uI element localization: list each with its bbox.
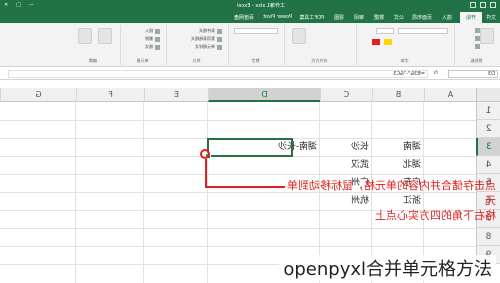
tab-formulas[interactable]: 公式 <box>394 14 404 21</box>
group-number: 数字 <box>228 25 282 65</box>
tab-file[interactable]: 文件 <box>486 14 496 21</box>
annotation-line-2: 格右下角的四方实心点上 <box>375 209 496 222</box>
toolbar-gap <box>0 80 500 88</box>
ribbon-tabs: 文件 开始 插入 页面布局 公式 数据 审阅 视图 PDF工具集 Power P… <box>0 11 500 23</box>
cut-icon[interactable] <box>475 28 480 33</box>
format-cells-button[interactable]: 格式 <box>145 44 160 50</box>
formula-input[interactable]: =B3&"-"&C3 <box>8 70 428 78</box>
annotation-line-1: 点击存储合并内容的单元格，鼠标移动到单元 <box>287 179 496 207</box>
title-bar: 工作簿1.xlsx - Excel — □ ✕ <box>0 0 500 11</box>
group-styles: 条件格式 套用表格格式 单元格样式 样式 <box>166 25 226 65</box>
function-icon[interactable]: fx <box>433 70 438 76</box>
tab-home[interactable]: 开始 <box>459 12 482 23</box>
cell-b4[interactable]: 湖北 <box>403 156 424 174</box>
group-font: 字体 <box>356 25 452 65</box>
row-header-2[interactable]: 2 <box>476 120 500 138</box>
copy-icon[interactable] <box>475 36 480 41</box>
conditional-format-button[interactable]: 条件格式 <box>199 28 222 34</box>
undo-icon[interactable] <box>480 2 486 8</box>
font-size-select[interactable] <box>376 28 394 34</box>
group-label: 剪贴板 <box>470 58 483 63</box>
group-label: 样式 <box>192 58 201 63</box>
grid-line <box>0 120 476 121</box>
window-controls: — □ ✕ <box>4 2 34 8</box>
number-format-select[interactable] <box>234 28 278 34</box>
tab-insert[interactable]: 插入 <box>442 14 452 21</box>
delete-cells-button[interactable]: 删除 <box>145 36 160 42</box>
column-header-g[interactable]: G <box>0 88 76 102</box>
cell-c4[interactable]: 武汉 <box>351 156 372 174</box>
caption-watermark: openpyxl合并单元格方法 <box>279 255 496 281</box>
column-header-f[interactable]: F <box>76 88 144 102</box>
column-header-a[interactable]: A <box>424 88 476 102</box>
cell-style-button[interactable]: 单元格样式 <box>195 44 222 50</box>
grid-line <box>0 246 476 247</box>
maximize-button[interactable]: □ <box>16 2 21 8</box>
group-label: 字体 <box>400 58 409 63</box>
tab-view[interactable]: 视图 <box>334 14 344 21</box>
group-cells: 插入 删除 格式 单元格 <box>120 25 164 65</box>
active-cell-border <box>207 138 293 157</box>
save-icon[interactable] <box>490 2 496 8</box>
redo-icon[interactable] <box>470 2 476 8</box>
column-header-c[interactable]: C <box>320 88 372 102</box>
minimize-button[interactable]: — <box>29 2 34 8</box>
table-format-button[interactable]: 套用表格格式 <box>191 36 222 42</box>
group-label: 对齐方式 <box>311 58 328 63</box>
row-header-1[interactable]: 1 <box>476 102 500 120</box>
find-select-icon[interactable] <box>78 28 92 44</box>
close-button[interactable]: ✕ <box>4 2 8 8</box>
row-header-3[interactable]: 3 <box>476 138 500 156</box>
column-header-b[interactable]: B <box>372 88 424 102</box>
column-header-d[interactable]: D <box>208 88 320 102</box>
group-label: 编辑 <box>89 58 97 63</box>
annotation-arrow-horizontal <box>205 186 285 188</box>
row-header-4[interactable]: 4 <box>476 156 500 174</box>
font-color-icon[interactable] <box>372 39 380 45</box>
paste-icon[interactable] <box>480 28 494 44</box>
insert-cells-button[interactable]: 插入 <box>145 28 160 34</box>
name-box[interactable]: D3 <box>448 70 498 78</box>
group-editing: 编辑 <box>68 25 118 65</box>
tab-page-layout[interactable]: 页面布局 <box>412 14 432 21</box>
tab-review[interactable]: 审阅 <box>354 14 364 21</box>
annotation-arrow-vertical <box>205 159 207 187</box>
select-all-corner[interactable] <box>476 88 500 102</box>
window-title: 工作簿1.xlsx - Excel <box>237 3 285 9</box>
group-clipboard: 剪贴板 <box>454 25 498 65</box>
quick-access-toolbar <box>470 2 496 8</box>
format-painter-icon[interactable] <box>475 44 480 49</box>
group-label: 单元格 <box>136 58 149 63</box>
excel-window: 工作簿1.xlsx - Excel — □ ✕ 文件 开始 插入 页面布局 公式… <box>0 0 500 283</box>
ribbon: 剪贴板 字体 对齐方式 数字 条件格式 套用表格格式 单元格样式 样式 插入 删… <box>0 23 500 67</box>
group-alignment: 对齐方式 <box>284 25 354 65</box>
annotation-text: 点击存储合并内容的单元格，鼠标移动到单元 格右下角的四方实心点上 <box>286 178 496 223</box>
column-header-e[interactable]: E <box>144 88 208 102</box>
group-label: 数字 <box>251 58 260 63</box>
tab-baidu-netdisk[interactable]: 百度网盘 <box>234 14 254 21</box>
autosum-icon[interactable] <box>98 28 112 44</box>
grid-line <box>0 228 476 229</box>
cell-b3[interactable]: 湖南 <box>403 138 424 156</box>
tab-pdf-tools[interactable]: PDF工具集 <box>299 14 324 21</box>
row-header-8[interactable]: 8 <box>476 228 500 246</box>
cell-c3[interactable]: 长沙 <box>351 138 372 156</box>
font-name-select[interactable] <box>398 28 448 34</box>
tab-data[interactable]: 数据 <box>374 14 384 21</box>
merge-center-icon[interactable] <box>292 28 306 44</box>
tab-power-pivot[interactable]: Power Pivot <box>263 14 292 20</box>
formula-bar: D3 fx =B3&"-"&C3 <box>0 67 500 80</box>
fill-color-icon[interactable] <box>384 39 392 45</box>
fill-handle-highlight-circle <box>200 149 210 159</box>
